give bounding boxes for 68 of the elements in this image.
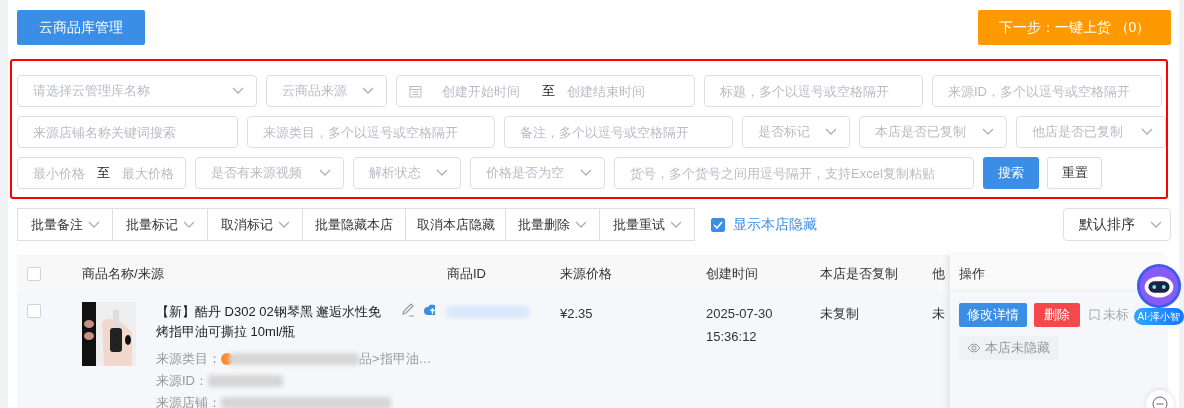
date-range-field[interactable]: 创建开始时间 至 创建结束时间 — [396, 75, 695, 107]
text-field[interactable]: 备注，多个以逗号或空格隔开 — [504, 116, 733, 148]
next-step-button[interactable]: 下一步：一键上货 （0） — [978, 10, 1171, 45]
chevron-icon — [362, 87, 374, 95]
assistant-button[interactable]: AI·泽小智 — [1134, 263, 1184, 325]
text-field[interactable]: 标题，多个以逗号或空格隔开 — [704, 75, 923, 107]
bookmark-icon — [1089, 309, 1100, 321]
batch-action-button[interactable]: 取消标记 — [207, 208, 303, 241]
text-field[interactable]: 货号，多个货号之间用逗号隔开，支持Excel复制粘贴 — [614, 157, 974, 189]
column-header: 创建时间 — [706, 264, 758, 283]
edit-details-button[interactable]: 修改详情 — [959, 303, 1027, 327]
text-field[interactable]: 来源店铺名称关键词搜索 — [17, 116, 238, 148]
column-header: 来源价格 — [560, 264, 612, 283]
batch-action-button[interactable]: 取消本店隐藏 — [405, 208, 506, 241]
product-title: 【新】酷丹 D302 02钢琴黑 邂逅水性免烤指甲油可撕拉 10ml/瓶 — [156, 303, 383, 341]
price-text: ¥2.35 — [560, 306, 593, 321]
chevron-icon — [982, 128, 994, 136]
column-header: 本店是否复制 — [820, 264, 898, 283]
start-input[interactable]: 创建开始时间 — [442, 83, 542, 99]
select-field[interactable]: 价格是否为空 — [470, 157, 605, 189]
chevron-icon — [1150, 220, 1162, 229]
batch-action-button[interactable]: 批量备注 — [17, 208, 113, 241]
batch-action-button[interactable]: 批量重试 — [599, 208, 695, 241]
sort-select[interactable]: 默认排序 — [1063, 208, 1171, 241]
category-text: 品>指甲油… — [359, 350, 432, 368]
text-field[interactable]: 来源类目，多个以逗号或空格隔开 — [247, 116, 495, 148]
hidden-status-button[interactable]: 本店未隐藏 — [959, 336, 1058, 360]
chevron-icon — [825, 128, 837, 136]
reset-button[interactable]: 重置 — [1047, 157, 1102, 189]
mark-button[interactable]: 未标 — [1087, 306, 1129, 324]
column-header: 商品名称/来源 — [82, 264, 164, 283]
start-input[interactable]: 最小价格 — [33, 165, 97, 181]
column-header: 商品ID — [447, 264, 486, 283]
meta-label: 来源店铺： — [156, 394, 221, 408]
batch-action-button[interactable]: 批量删除 — [505, 208, 600, 241]
minus-icon — [1152, 396, 1168, 408]
copy-status: 未复制 — [820, 306, 859, 321]
chevron-icon — [436, 169, 448, 177]
checkbox-label: 显示本店隐藏 — [733, 215, 817, 234]
batch-action-button[interactable]: 批量隐藏本店 — [302, 208, 406, 241]
chevron-icon — [1141, 128, 1153, 136]
edit-icon[interactable] — [400, 302, 416, 318]
column-header: 他 — [932, 264, 945, 283]
chevron-icon — [580, 169, 592, 177]
eye-icon — [967, 343, 981, 353]
copy-status: 未 — [932, 306, 945, 321]
price-range-field[interactable]: 最小价格 至 最大价格 — [17, 157, 186, 189]
library-button[interactable]: 云商品库管理 — [17, 10, 145, 45]
end-input[interactable]: 创建结束时间 — [567, 83, 677, 99]
select-field[interactable]: 云商品来源 — [266, 75, 387, 107]
created-time: 2025-07-30 15:36:12 — [706, 305, 774, 346]
meta-label: 来源ID： — [156, 372, 208, 390]
select-field[interactable]: 解析状态 — [353, 157, 461, 189]
column-header: 操作 — [959, 264, 985, 283]
chevron-icon — [319, 169, 331, 177]
meta-label: 来源类目： — [156, 350, 221, 368]
select-field[interactable]: 请选择云管理库名称 — [17, 75, 257, 107]
chevron-icon — [232, 87, 244, 95]
batch-action-button[interactable]: 批量标记 — [112, 208, 208, 241]
text-field[interactable]: 来源ID，多个以逗号或空格隔开 — [932, 75, 1162, 107]
search-button[interactable]: 搜索 — [983, 157, 1039, 189]
select-field[interactable]: 本店是否已复制 — [859, 116, 1007, 148]
checkbox[interactable] — [711, 217, 725, 232]
delete-button[interactable]: 删除 — [1034, 303, 1080, 327]
select-field[interactable]: 是否标记 — [742, 116, 850, 148]
calendar-icon — [409, 84, 422, 98]
select-field[interactable]: 是否有来源视频 — [195, 157, 344, 189]
select-field[interactable]: 他店是否已复制 — [1016, 116, 1166, 148]
